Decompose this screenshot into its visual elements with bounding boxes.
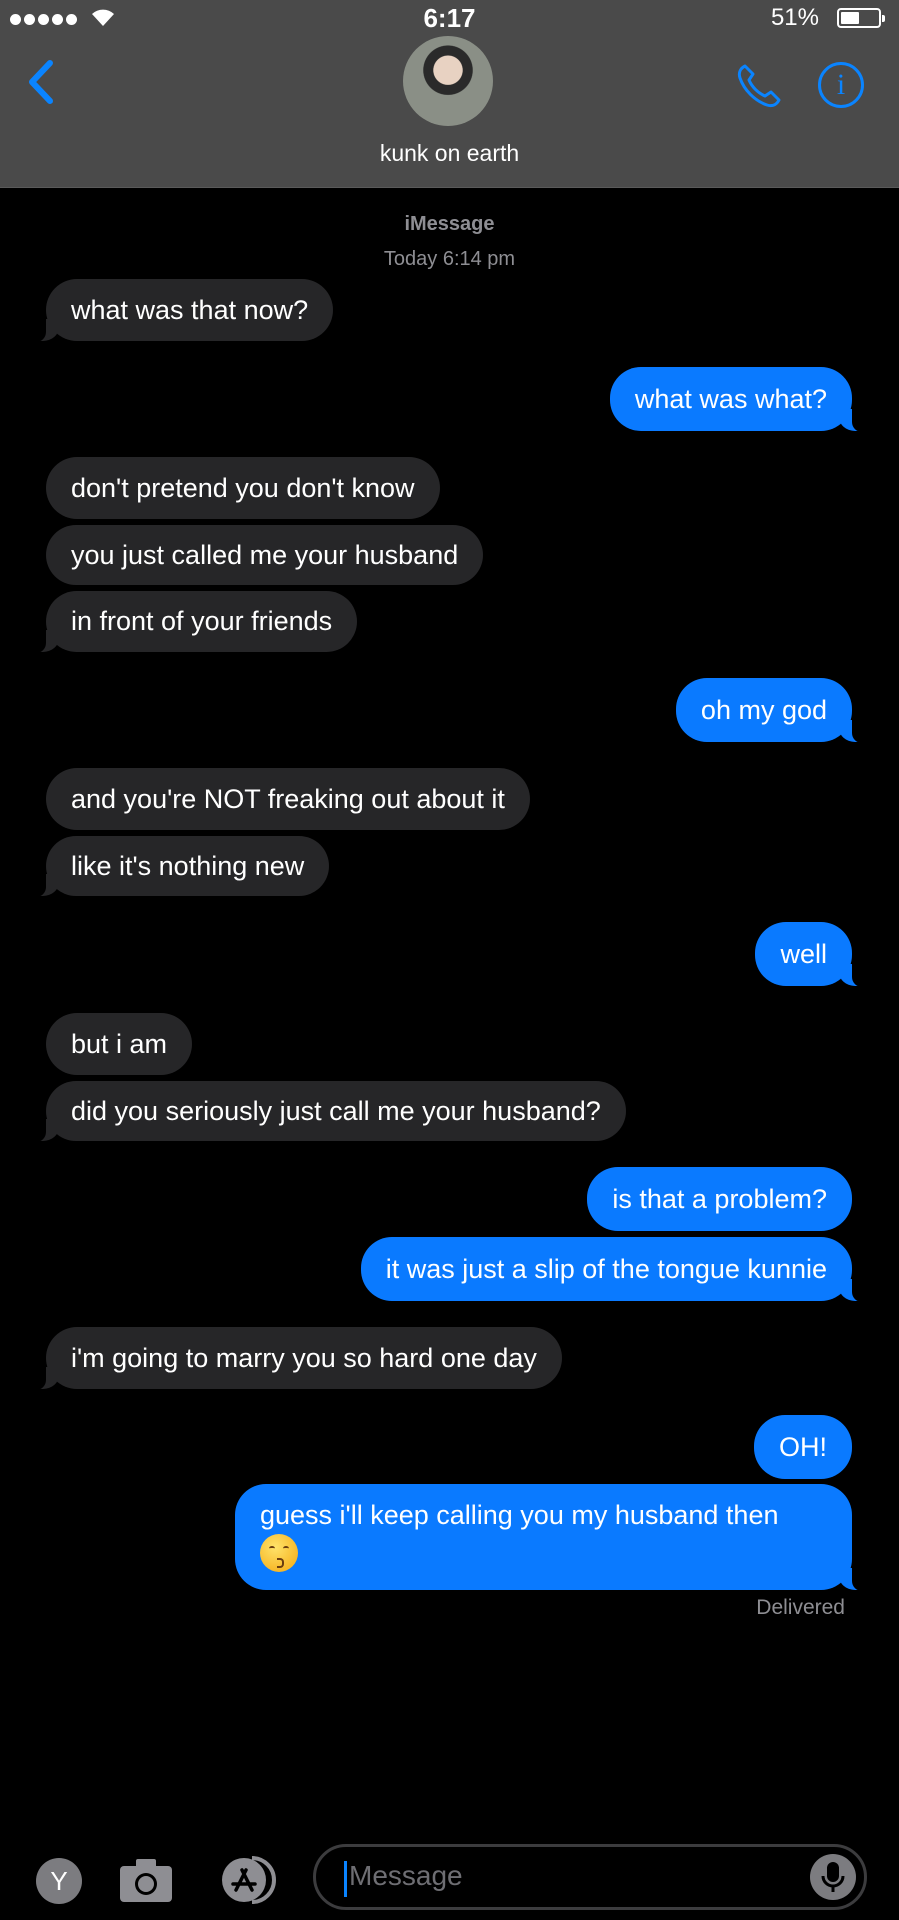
app-store-icon[interactable] [214,1856,280,1904]
message-text: in front of your friends [71,606,333,636]
message-bubble-outgoing[interactable]: oh my god [675,678,873,743]
message-text: did you seriously just call me your husb… [71,1096,601,1126]
text-cursor [344,1861,347,1897]
message-text: and you're NOT freaking out about it [71,784,505,814]
message-bubble-incoming[interactable]: did you seriously just call me your husb… [26,1081,626,1142]
phone-icon[interactable] [735,62,783,110]
camera-icon[interactable] [118,1856,174,1904]
info-icon[interactable]: i [818,62,864,108]
message-bubble-incoming[interactable]: don't pretend you don't know [46,457,440,519]
message-text: you just called me your husband [71,540,459,570]
back-chevron-icon[interactable] [26,58,56,106]
message-text: don't pretend you don't know [71,473,415,503]
kissing-face-emoji-icon [260,1533,298,1572]
message-text: what was what? [634,384,827,414]
message-bubble-outgoing[interactable]: OH! [753,1415,852,1479]
contact-name[interactable]: kunk on earth [0,140,899,167]
apps-button[interactable]: Y [36,1858,82,1904]
message-text: it was just a slip of the tongue kunnie [385,1254,827,1284]
delivery-status: Delivered [756,1596,845,1619]
battery-icon [837,8,885,28]
message-text: but i am [71,1029,168,1059]
microphone-icon[interactable] [810,1854,856,1900]
message-bubble-incoming[interactable]: in front of your friends [25,591,358,653]
message-bubble-outgoing[interactable]: guess i'll keep calling you my husband t… [235,1484,872,1591]
message-bubble-incoming[interactable]: i'm going to marry you so hard one day [26,1327,562,1390]
message-text: what was that now? [71,295,309,325]
message-bubble-outgoing[interactable]: it was just a slip of the tongue kunnie [360,1237,873,1302]
message-text: i'm going to marry you so hard one day [71,1343,537,1373]
message-bubble-incoming[interactable]: what was that now? [25,279,334,342]
service-label: iMessage [404,213,495,235]
message-text: OH! [778,1432,827,1462]
clock: 6:17 [423,3,476,33]
battery-percentage: 51% [770,4,819,31]
status-bar: 6:17 51% [0,0,899,36]
message-bubble-outgoing[interactable]: what was what? [609,367,873,432]
message-text: is that a problem? [612,1184,827,1214]
message-bubble-incoming[interactable]: you just called me your husband [46,525,484,585]
message-text: like it's nothing new [71,851,305,881]
message-bubble-outgoing[interactable]: is that a problem? [587,1167,852,1231]
avatar[interactable] [403,36,493,126]
message-bubble-outgoing[interactable]: well [755,922,872,987]
thread-timestamp: Today 6:14 pm [383,248,516,270]
message-input[interactable]: Message [313,1844,867,1910]
message-input-placeholder: Message [349,1860,463,1891]
message-bubble-incoming[interactable]: but i am [46,1013,193,1075]
message-text: well [780,939,827,969]
conversation-header: 6:17 51% kunk on earth i [0,0,899,188]
message-bubble-incoming[interactable]: like it's nothing new [25,836,330,897]
message-text: oh my god [700,695,827,725]
message-bubble-incoming[interactable]: and you're NOT freaking out about it [46,768,530,830]
message-text: guess i'll keep calling you my husband t… [260,1500,779,1530]
